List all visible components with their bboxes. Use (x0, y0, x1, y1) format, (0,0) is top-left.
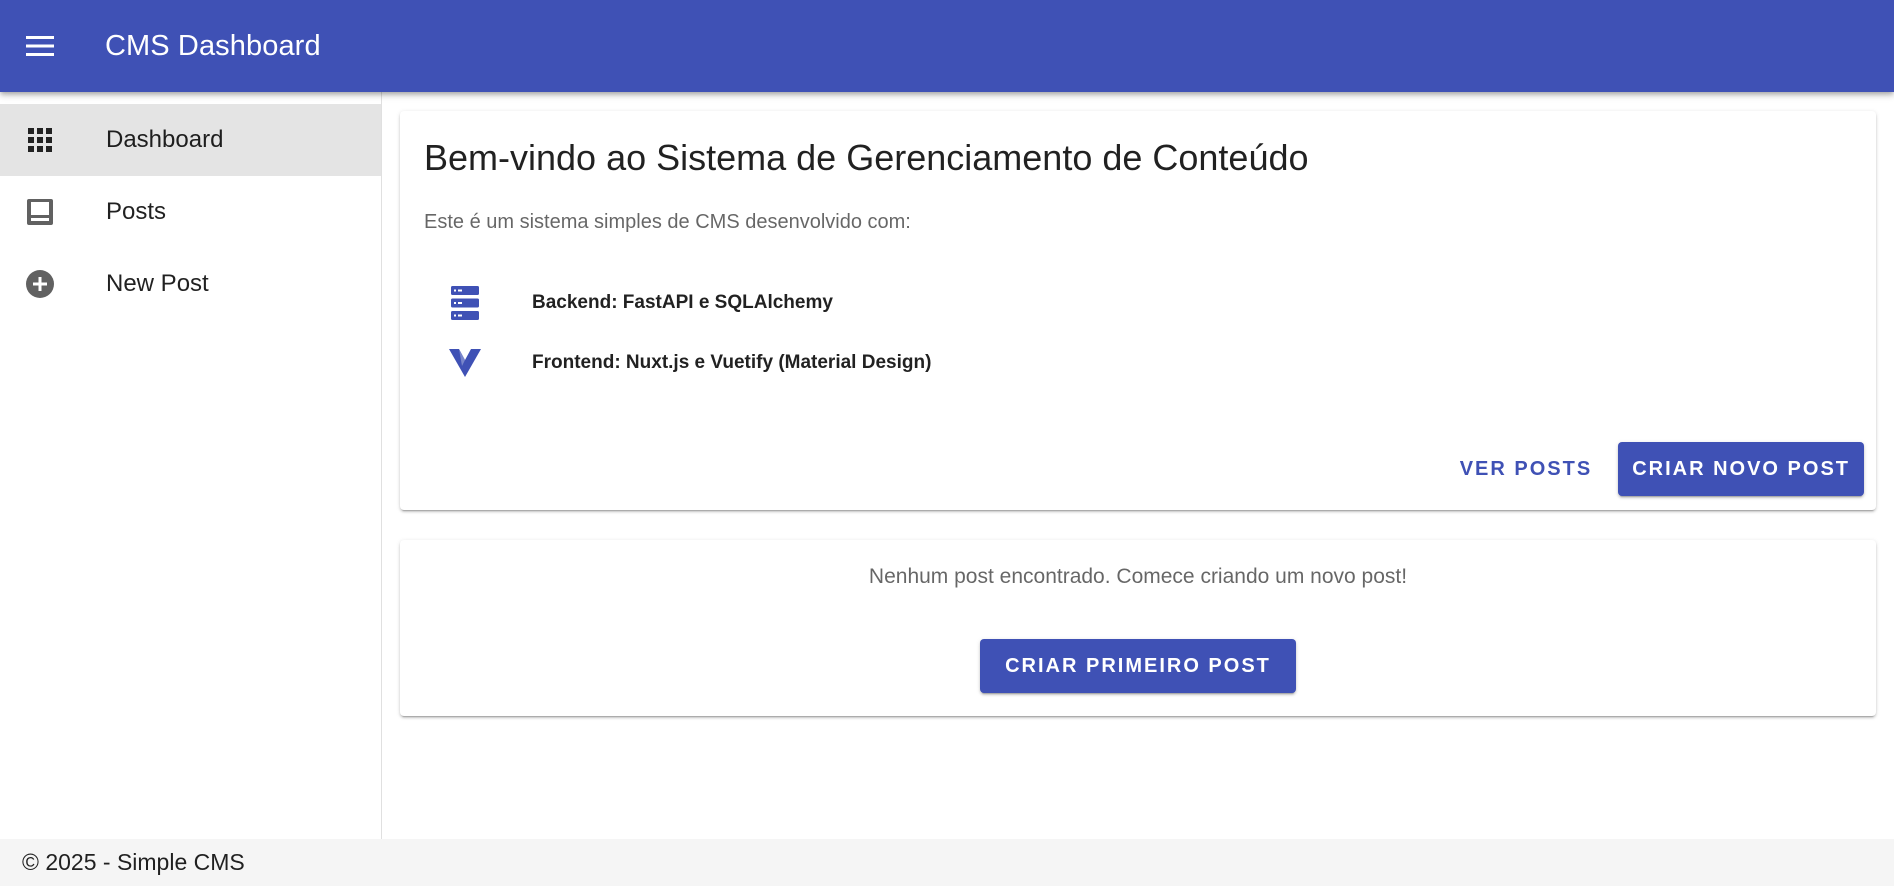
sidebar-item-label: New Post (106, 270, 209, 297)
sidebar-item-new-post[interactable]: New Post (0, 248, 381, 320)
create-post-button[interactable]: Criar Novo Post (1618, 442, 1864, 496)
empty-state-actions: Criar Primeiro Post (400, 639, 1876, 693)
list-item: Backend: FastAPI e SQLAlchemy (424, 273, 1824, 333)
footer-text: © 2025 - Simple CMS (22, 849, 245, 875)
empty-state-card: Nenhum post encontrado. Comece criando u… (400, 540, 1876, 716)
tech-list: Backend: FastAPI e SQLAlchemy Frontend: … (424, 273, 1824, 393)
view-posts-button[interactable]: Ver Posts (1446, 442, 1606, 496)
tech-label-backend: Backend: FastAPI e SQLAlchemy (532, 292, 833, 313)
apps-grid-icon (20, 126, 60, 154)
tech-label-frontend: Frontend: Nuxt.js e Vuetify (Material De… (532, 352, 932, 373)
list-item: Frontend: Nuxt.js e Vuetify (Material De… (424, 333, 1824, 393)
empty-state-message: Nenhum post encontrado. Comece criando u… (868, 565, 1408, 588)
navigation-drawer: Dashboard Posts New Post (0, 92, 382, 839)
sidebar-item-label: Dashboard (106, 126, 224, 153)
app-bar: CMS Dashboard (0, 0, 1894, 92)
main-content: Bem-vindo ao Sistema de Gerenciamento de… (383, 92, 1894, 839)
plus-circle-icon (20, 269, 60, 299)
vuetify-logo-icon (444, 348, 486, 378)
create-first-post-button[interactable]: Criar Primeiro Post (980, 639, 1296, 693)
welcome-card: Bem-vindo ao Sistema de Gerenciamento de… (400, 111, 1876, 510)
app-title: CMS Dashboard (105, 29, 321, 62)
welcome-title: Bem-vindo ao Sistema de Gerenciamento de… (424, 137, 1309, 178)
hamburger-menu-icon (26, 36, 54, 56)
sidebar-item-posts[interactable]: Posts (0, 176, 381, 248)
sidebar-item-dashboard[interactable]: Dashboard (0, 104, 381, 176)
footer: © 2025 - Simple CMS (0, 839, 1894, 886)
server-icon (444, 285, 486, 321)
menu-toggle-button[interactable] (13, 19, 67, 73)
sidebar-item-label: Posts (106, 198, 167, 225)
view-agenda-icon (20, 197, 60, 227)
card-actions: Ver Posts Criar Novo Post (1446, 442, 1864, 496)
welcome-subtitle: Este é um sistema simples de CMS desenvo… (424, 211, 911, 233)
